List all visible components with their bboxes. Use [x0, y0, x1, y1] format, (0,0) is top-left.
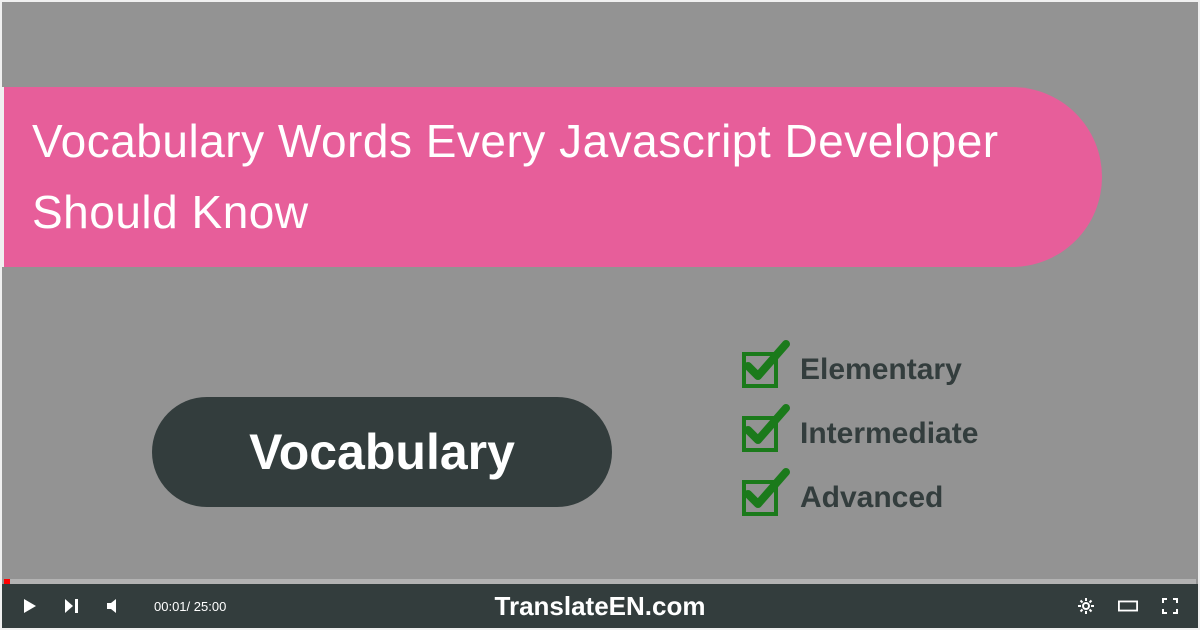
- checkmark-icon: [742, 402, 790, 450]
- checkbox-icon: [742, 416, 778, 452]
- volume-icon[interactable]: [104, 596, 124, 616]
- checkmark-icon: [742, 466, 790, 514]
- level-item: Advanced: [742, 480, 978, 516]
- level-list: Elementary Intermediate Advanced: [742, 352, 978, 516]
- title-banner: Vocabulary Words Every Javascript Develo…: [2, 87, 1102, 267]
- level-label: Advanced: [800, 481, 943, 515]
- current-time: 00:01: [154, 599, 187, 614]
- checkbox-icon: [742, 480, 778, 516]
- gear-icon[interactable]: [1076, 596, 1096, 616]
- site-name: TranslateEN.com: [495, 591, 706, 622]
- theater-icon[interactable]: [1118, 596, 1138, 616]
- video-thumbnail: Vocabulary Words Every Javascript Develo…: [0, 0, 1200, 630]
- vocabulary-pill: Vocabulary: [152, 397, 612, 507]
- checkmark-icon: [742, 338, 790, 386]
- controls-left: 00:01/ 25:00: [20, 596, 226, 616]
- play-icon[interactable]: [20, 596, 40, 616]
- page-title: Vocabulary Words Every Javascript Develo…: [32, 106, 1062, 249]
- controls-right: [1076, 596, 1180, 616]
- fullscreen-icon[interactable]: [1160, 596, 1180, 616]
- player-controls: 00:01/ 25:00 TranslateEN.com: [2, 584, 1198, 628]
- level-item: Elementary: [742, 352, 978, 388]
- level-label: Intermediate: [800, 417, 978, 451]
- level-item: Intermediate: [742, 416, 978, 452]
- level-label: Elementary: [800, 353, 962, 387]
- time-display: 00:01/ 25:00: [154, 599, 226, 614]
- time-separator: /: [187, 599, 194, 614]
- checkbox-icon: [742, 352, 778, 388]
- total-time: 25:00: [194, 599, 227, 614]
- vocabulary-label: Vocabulary: [249, 423, 515, 481]
- next-icon[interactable]: [62, 596, 82, 616]
